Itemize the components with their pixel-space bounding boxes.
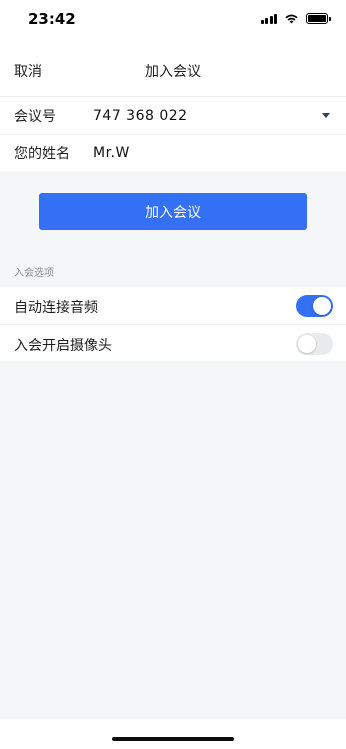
wifi-icon	[285, 14, 298, 23]
meeting-id-input[interactable]: 747 368 022	[93, 108, 188, 124]
options-list: 自动连接音频 入会开启摄像头	[0, 287, 346, 361]
toggle-knob	[313, 297, 331, 315]
meeting-id-label: 会议号	[14, 108, 56, 125]
status-bar: 23:42	[0, 0, 346, 40]
page-title: 加入会议	[145, 64, 201, 80]
option-label: 入会开启摄像头	[14, 338, 112, 354]
option-label: 自动连接音频	[14, 300, 98, 316]
navigation-bar: 取消 加入会议	[0, 40, 346, 96]
battery-icon	[306, 12, 331, 24]
toggle-knob	[298, 335, 316, 353]
cellular-signal-icon	[260, 13, 277, 24]
name-row[interactable]: 您的姓名 Mr.W	[0, 134, 346, 171]
status-icons	[260, 11, 331, 25]
join-meeting-button[interactable]: 加入会议	[39, 193, 307, 230]
camera-toggle[interactable]	[296, 333, 333, 355]
home-indicator[interactable]	[112, 737, 234, 741]
join-form: 会议号 747 368 022 您的姓名 Mr.W	[0, 96, 346, 171]
options-section-title: 入会选项	[14, 268, 54, 279]
name-label: 您的姓名	[14, 146, 70, 162]
meeting-id-row[interactable]: 会议号 747 368 022	[0, 97, 346, 134]
name-input[interactable]: Mr.W	[93, 145, 130, 161]
option-camera-on-join: 入会开启摄像头	[0, 324, 346, 361]
status-time: 23:42	[28, 10, 76, 28]
history-dropdown-icon[interactable]	[322, 113, 330, 118]
bottom-safe-area	[0, 719, 346, 749]
auto-audio-toggle[interactable]	[296, 295, 333, 317]
option-auto-audio: 自动连接音频	[0, 287, 346, 324]
